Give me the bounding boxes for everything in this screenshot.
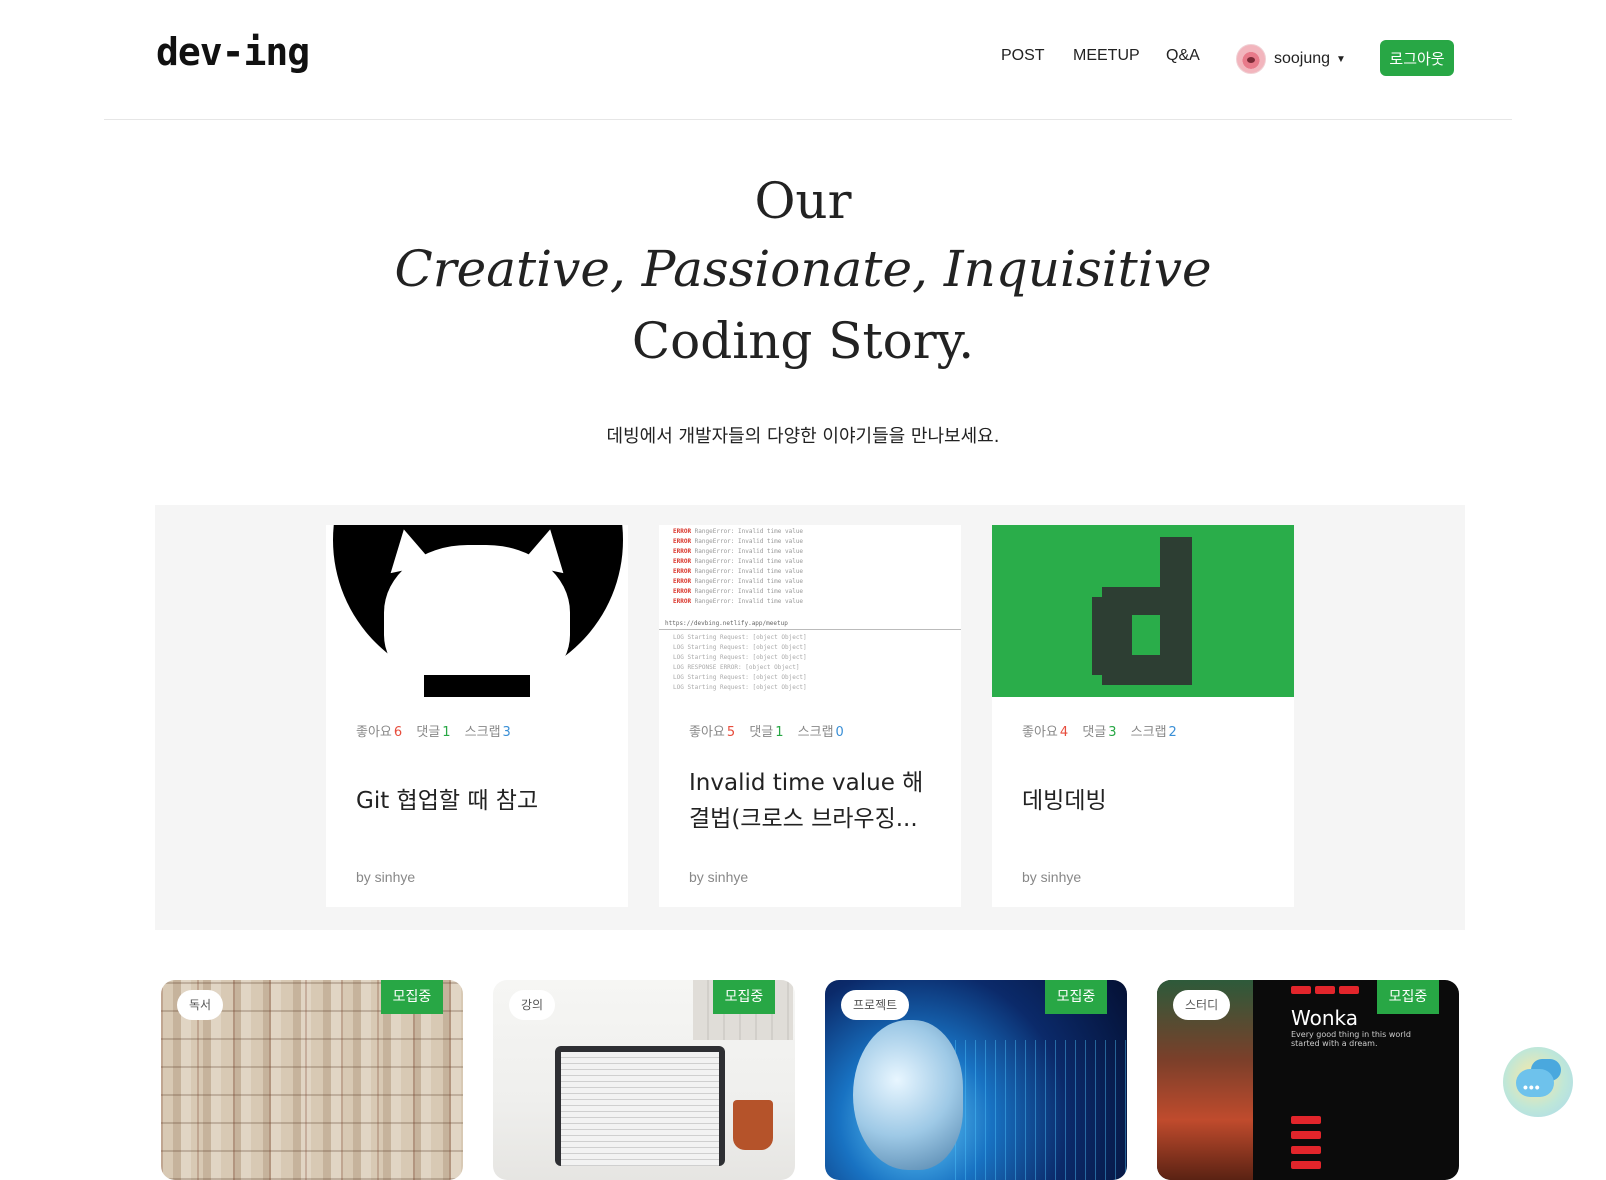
hero-title-line1: Our [754, 172, 852, 230]
error-log-line: ERROR RangeError: Invalid time value [673, 588, 804, 595]
post-author: by sinhye [689, 869, 749, 885]
caret-down-icon: ▼ [1336, 53, 1346, 65]
post-author: by sinhye [1022, 869, 1082, 885]
wonka-tagline: Every good thing in this world started w… [1291, 1030, 1411, 1048]
meetup-category-badge: 스터디 [1173, 990, 1231, 1020]
chat-bubble-icon[interactable]: ••• [1503, 1047, 1573, 1117]
request-log-line: LOG Starting Request: [object Object] [673, 644, 807, 651]
error-log-line: ERROR RangeError: Invalid time value [673, 578, 804, 585]
devbing-d-logo-icon [992, 525, 1294, 697]
user-name: soojung [1274, 50, 1331, 67]
meetup-card[interactable]: 프로젝트 모집중 [825, 980, 1127, 1180]
request-log-line: LOG Starting Request: [object Object] [673, 674, 807, 681]
ai-head-image [853, 1020, 963, 1170]
comment-label: 댓글 [749, 725, 774, 740]
meetup-card[interactable]: Wonka Every good thing in this world sta… [1157, 980, 1459, 1180]
comment-label: 댓글 [1082, 725, 1107, 740]
scrap-count: 2 [1168, 725, 1177, 740]
post-card[interactable]: ERROR RangeError: Invalid time value ERRO… [659, 525, 961, 907]
data-lines-image [955, 1040, 1127, 1180]
scrap-label: 스크랩 [464, 725, 501, 740]
meetup-status-badge: 모집중 [1045, 980, 1107, 1014]
meetup-card[interactable]: 독서 모집중 [161, 980, 463, 1180]
like-label: 좋아요 [689, 725, 725, 740]
comment-count: 1 [775, 725, 784, 740]
error-log-line: ERROR RangeError: Invalid time value [673, 598, 804, 605]
error-log-line: ERROR RangeError: Invalid time value [673, 548, 804, 555]
featured-posts-section: 좋아요 6 댓글 1 스크랩 3 Git 협업할 때 참고 by sinhye ERR… [155, 505, 1465, 930]
github-octocat-icon [326, 525, 628, 697]
user-avatar [1236, 44, 1266, 74]
scrap-count: 0 [835, 725, 844, 740]
user-menu[interactable]: soojung ▼ [1236, 44, 1346, 74]
wonka-title: Wonka [1291, 1006, 1359, 1030]
coffee-cup-image [733, 1100, 773, 1150]
meetup-status-badge: 모집중 [381, 980, 443, 1014]
genre-pills [1291, 986, 1359, 994]
hero-title-line3: Coding Story. [631, 312, 975, 370]
error-log-line: ERROR RangeError: Invalid time value [673, 558, 804, 565]
post-title[interactable]: 데빙데빙 [1022, 783, 1272, 819]
laptop-image [555, 1046, 725, 1166]
nav-meetup[interactable]: MEETUP [1073, 47, 1140, 65]
request-log-line: LOG Starting Request: [object Object] [673, 634, 807, 641]
meetup-category-badge: 강의 [509, 990, 556, 1020]
console-log-thumbnail: ERROR RangeError: Invalid time value ERRO… [659, 525, 961, 697]
scrap-count: 3 [502, 725, 511, 740]
main-nav: POST MEETUP Q&A soojung ▼ 로그아웃 [0, 40, 1606, 76]
post-title[interactable]: Invalid time value 해결법(크로스 브라우징... [689, 765, 939, 837]
request-log-line: LOG Starting Request: [object Object] [673, 684, 807, 691]
logout-button[interactable]: 로그아웃 [1380, 40, 1454, 76]
like-count: 6 [393, 725, 403, 740]
error-log-line: ERROR RangeError: Invalid time value [673, 568, 804, 575]
post-card[interactable]: 좋아요 4 댓글 3 스크랩 2 데빙데빙 by sinhye [992, 525, 1294, 907]
comment-label: 댓글 [416, 725, 441, 740]
like-label: 좋아요 [1022, 725, 1058, 740]
meetup-status-badge: 모집중 [713, 980, 775, 1014]
meetup-card[interactable]: 강의 모집중 [493, 980, 795, 1180]
header-divider [104, 119, 1512, 120]
wonka-buttons [1291, 1116, 1321, 1176]
error-log-line: ERROR RangeError: Invalid time value [673, 538, 804, 545]
like-label: 좋아요 [356, 725, 392, 740]
post-stats: 좋아요 5 댓글 1 스크랩 0 [689, 721, 854, 740]
request-log-line: LOG RESPONSE ERROR: [object Object] [673, 664, 800, 671]
error-log-line: ERROR RangeError: Invalid time value [673, 528, 804, 535]
nav-post[interactable]: POST [1001, 47, 1045, 65]
post-author: by sinhye [356, 869, 416, 885]
request-log-lines: LOG Starting Request: [object Object] LOG… [673, 633, 807, 693]
meetup-category-badge: 독서 [177, 990, 224, 1020]
meetup-status-badge: 모집중 [1377, 980, 1439, 1014]
post-card[interactable]: 좋아요 6 댓글 1 스크랩 3 Git 협업할 때 참고 by sinhye [326, 525, 628, 907]
log-url: https://devbing.netlify.app/meetup [665, 620, 788, 627]
scrap-label: 스크랩 [797, 725, 834, 740]
error-log-lines: ERROR RangeError: Invalid time value ERRO… [673, 527, 803, 607]
post-stats: 좋아요 4 댓글 3 스크랩 2 [1022, 721, 1187, 740]
comment-count: 3 [1108, 725, 1117, 740]
post-stats: 좋아요 6 댓글 1 스크랩 3 [356, 721, 521, 740]
request-log-line: LOG Starting Request: [object Object] [673, 654, 807, 661]
comment-count: 1 [442, 725, 451, 740]
hero-title-line2: Creative, Passionate, Inquisitive [394, 240, 1212, 298]
nav-qna[interactable]: Q&A [1166, 47, 1200, 65]
header: dev-ing POST MEETUP Q&A soojung ▼ 로그아웃 [0, 0, 1606, 118]
hero-subtitle: 데빙에서 개발자들의 다양한 이야기들을 만나보세요. [606, 426, 1000, 447]
post-title[interactable]: Git 협업할 때 참고 [356, 783, 606, 819]
meetup-category-badge: 프로젝트 [841, 990, 910, 1020]
like-count: 4 [1059, 725, 1069, 740]
scrap-label: 스크랩 [1130, 725, 1167, 740]
like-count: 5 [726, 725, 736, 740]
